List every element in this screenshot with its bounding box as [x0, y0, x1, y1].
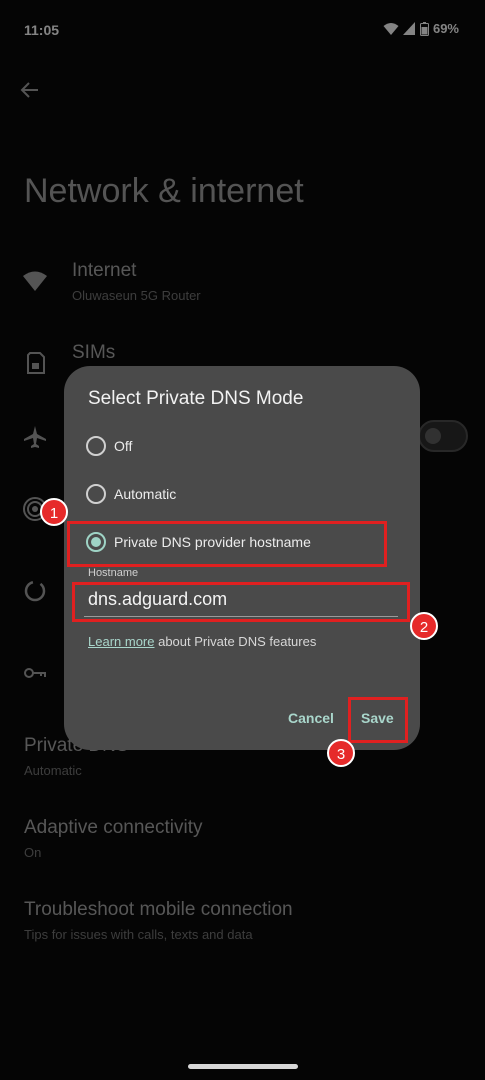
cancel-button[interactable]: Cancel: [288, 710, 334, 726]
option-automatic-label: Automatic: [114, 486, 177, 502]
annotation-box-hostname-field: [72, 582, 410, 622]
annotation-badge-3: 3: [327, 739, 355, 767]
annotation-box-save: [348, 697, 408, 743]
option-automatic[interactable]: Automatic: [86, 481, 176, 507]
learn-more-text: Learn more about Private DNS features: [88, 634, 316, 649]
annotation-box-hostname-option: [67, 521, 387, 567]
radio-automatic[interactable]: [86, 484, 106, 504]
annotation-badge-1: 1: [40, 498, 68, 526]
annotation-badge-2: 2: [410, 612, 438, 640]
option-off[interactable]: Off: [86, 433, 132, 459]
dialog-title: Select Private DNS Mode: [88, 388, 304, 409]
learn-more-link[interactable]: Learn more: [88, 634, 154, 649]
learn-more-rest: about Private DNS features: [154, 634, 317, 649]
option-off-label: Off: [114, 438, 133, 454]
radio-off[interactable]: [86, 436, 106, 456]
gesture-nav-bar[interactable]: [188, 1064, 298, 1069]
hostname-label: Hostname: [88, 567, 139, 579]
